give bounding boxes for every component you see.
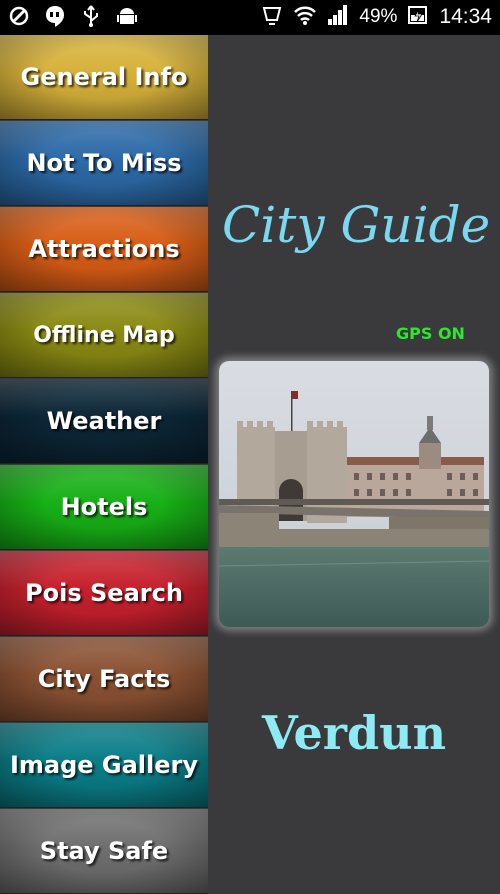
menu-hotels-button[interactable]: Hotels [0, 465, 208, 550]
menu-item-label: Not To Miss [26, 149, 182, 177]
menu-item-label: Pois Search [25, 579, 183, 607]
android-icon [116, 5, 138, 27]
menu-item-label: Hotels [60, 493, 148, 521]
notification-icons [8, 5, 138, 27]
battery-percent: 49% [359, 6, 398, 27]
app-title: City Guide [222, 196, 491, 254]
main-menu: General Info Not To Miss Attractions Off… [0, 35, 210, 894]
city-photo-image [219, 361, 489, 627]
menu-item-label: Image Gallery [9, 751, 199, 779]
system-icons: 49% 14:34 [261, 4, 492, 30]
gps-status: GPS ON [396, 324, 465, 343]
cell-signal-icon [327, 4, 349, 30]
wifi-icon [293, 4, 317, 30]
menu-stay-safe-button[interactable]: Stay Safe [0, 809, 208, 894]
menu-image-gallery-button[interactable]: Image Gallery [0, 723, 208, 808]
menu-weather-button[interactable]: Weather [0, 379, 208, 464]
menu-not-to-miss-button[interactable]: Not To Miss [0, 121, 208, 206]
city-photo[interactable] [219, 361, 489, 627]
battery-charging-icon [407, 4, 429, 30]
vibrate-icon [261, 4, 283, 30]
menu-item-label: Offline Map [33, 322, 175, 348]
menu-item-label: Stay Safe [39, 837, 169, 865]
menu-pois-search-button[interactable]: Pois Search [0, 551, 208, 636]
menu-item-label: Attractions [28, 235, 180, 263]
menu-general-info-button[interactable]: General Info [0, 35, 208, 120]
hangouts-icon [44, 5, 66, 27]
usb-icon [80, 5, 102, 27]
menu-city-facts-button[interactable]: City Facts [0, 637, 208, 722]
status-bar: 49% 14:34 [0, 0, 500, 35]
menu-attractions-button[interactable]: Attractions [0, 207, 208, 292]
menu-item-label: General Info [20, 63, 188, 91]
menu-item-label: City Facts [37, 665, 171, 693]
signal-swap-icon [8, 5, 30, 27]
clock: 14:34 [439, 5, 492, 28]
city-name: Verdun [262, 706, 447, 760]
menu-offline-map-button[interactable]: Offline Map [0, 293, 208, 378]
menu-item-label: Weather [46, 407, 162, 435]
